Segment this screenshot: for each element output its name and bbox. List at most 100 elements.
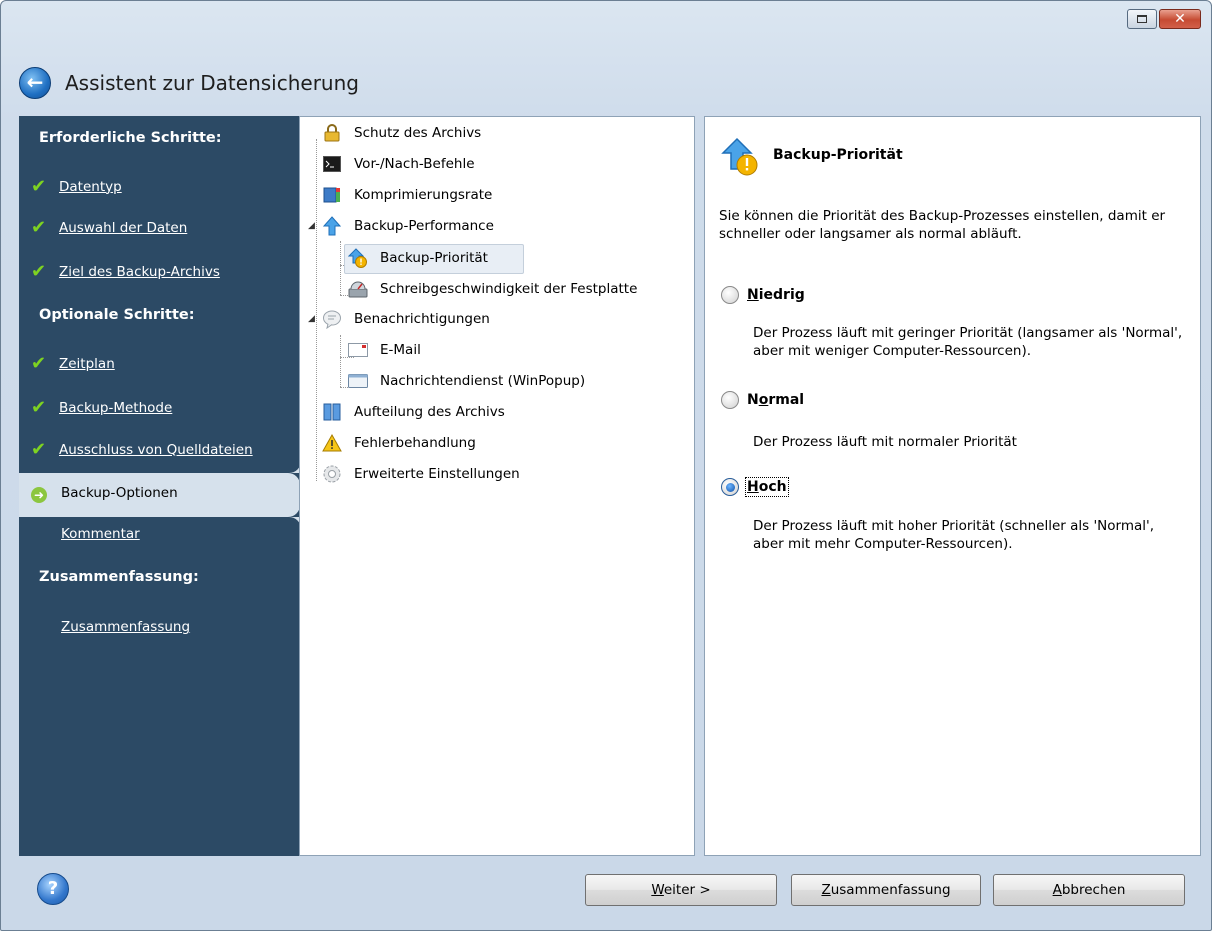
sidebar-item-label: Zusammenfassung <box>61 619 191 635</box>
sidebar-item-label: Kommentar <box>61 526 140 542</box>
tree-item-benachrichtigungen[interactable]: Benachrichtigungen <box>322 309 490 329</box>
expand-arrow-icon[interactable]: ◢ <box>308 314 315 324</box>
summary-button[interactable]: Zusammenfassung <box>791 874 981 906</box>
cancel-button-label: Abbrechen <box>1052 882 1126 898</box>
speech-bubble-icon <box>322 309 342 329</box>
radio-button[interactable] <box>721 391 739 409</box>
tree-connector <box>340 241 341 295</box>
up-arrow-icon <box>322 216 342 236</box>
window-controls: ✕ <box>1127 9 1201 29</box>
tree-item-backup-prioritaet[interactable]: Backup-Priorität <box>348 248 488 268</box>
radio-hoch[interactable]: Hoch <box>721 477 789 497</box>
sidebar-item-label: Backup-Optionen <box>61 485 178 501</box>
sidebar-item-zusammenfassung[interactable]: Zusammenfassung <box>61 619 190 635</box>
tree-item-label: Backup-Priorität <box>380 250 488 266</box>
tree-item-erweiterte-einstellungen[interactable]: Erweiterte Einstellungen <box>322 464 520 484</box>
gear-icon <box>322 464 342 484</box>
tree-item-label: Komprimierungsrate <box>354 187 493 203</box>
tree-item-e-mail[interactable]: E-Mail <box>348 340 421 360</box>
sidebar-item-label: Zeitplan <box>59 355 115 372</box>
next-button[interactable]: Weiter > <box>585 874 777 906</box>
cancel-button[interactable]: Abbrechen <box>993 874 1185 906</box>
radio-description-niedrig: Der Prozess läuft mit geringer Priorität… <box>753 325 1183 359</box>
tree-item-schreibgeschwindigkeit[interactable]: Schreibgeschwindigkeit der Festplatte <box>348 279 637 299</box>
next-button-label: Weiter > <box>651 882 711 898</box>
window-title: Assistent zur Datensicherung <box>65 71 359 95</box>
tree-item-label: Benachrichtigungen <box>354 311 490 327</box>
required-steps-heading: Erforderliche Schritte: <box>39 130 222 146</box>
split-archive-icon <box>322 402 342 422</box>
tree-item-nachrichtendienst[interactable]: Nachrichtendienst (WinPopup) <box>348 371 585 391</box>
panel-title: Backup-Priorität <box>773 147 903 163</box>
radio-description-normal: Der Prozess läuft mit normaler Priorität <box>753 434 1017 450</box>
steps-sidebar: Erforderliche Schritte: ✔ Datentyp ✔ Aus… <box>19 116 301 856</box>
radio-label-normal: Normal <box>747 392 805 408</box>
title-bar: ← Assistent zur Datensicherung <box>19 67 359 99</box>
back-button[interactable]: ← <box>19 67 51 99</box>
tree-connector <box>316 139 317 481</box>
mnemonic: o <box>758 392 769 408</box>
tree-item-label: Schreibgeschwindigkeit der Festplatte <box>380 281 638 297</box>
tree-item-label: Nachrichtendienst (WinPopup) <box>380 373 586 389</box>
sidebar-item-zeitplan[interactable]: ✔ Zeitplan <box>31 353 115 374</box>
restore-icon <box>1137 15 1147 23</box>
tree-item-label: Fehlerbehandlung <box>354 435 476 451</box>
wizard-window: ✕ ← Assistent zur Datensicherung Erforde… <box>0 0 1212 931</box>
mnemonic: Z <box>821 882 831 898</box>
panel-description: Sie können die Priorität des Backup-Proz… <box>719 208 1166 242</box>
tree-item-label: E-Mail <box>380 342 421 358</box>
radio-normal[interactable]: Normal <box>721 391 804 409</box>
tree-item-schutz-des-archivs[interactable]: Schutz des Archivs <box>322 123 481 143</box>
help-icon[interactable]: ? <box>37 873 69 905</box>
footer-bar: ? Weiter > Zusammenfassung Abbrechen <box>19 857 1195 923</box>
tree-item-label: Vor-/Nach-Befehle <box>354 156 475 172</box>
tree-item-label: Backup-Performance <box>354 218 494 234</box>
radio-niedrig[interactable]: Niedrig <box>721 286 805 304</box>
sidebar-item-auswahl-der-daten[interactable]: ✔ Auswahl der Daten <box>31 217 187 238</box>
radio-label-hoch: Hoch <box>745 477 789 497</box>
mnemonic: H <box>747 479 759 495</box>
sidebar-item-backup-methode[interactable]: ✔ Backup-Methode <box>31 397 172 418</box>
close-button[interactable]: ✕ <box>1159 9 1201 29</box>
console-icon <box>322 154 342 174</box>
tree-item-backup-performance[interactable]: Backup-Performance <box>322 216 494 236</box>
radio-button[interactable] <box>721 286 739 304</box>
summary-heading: Zusammenfassung: <box>39 569 199 585</box>
compression-icon <box>322 185 342 205</box>
priority-icon <box>348 248 368 268</box>
checkmark-icon: ✔ <box>31 353 47 374</box>
sidebar-item-datentyp[interactable]: ✔ Datentyp <box>31 176 122 197</box>
mnemonic: W <box>651 882 664 898</box>
radio-label-niedrig: Niedrig <box>747 287 805 303</box>
tree-item-label: Erweiterte Einstellungen <box>354 466 520 482</box>
expand-arrow-icon[interactable]: ◢ <box>308 221 315 231</box>
sidebar-item-label: Ausschluss von Quelldateien <box>59 441 253 458</box>
sidebar-item-ziel-des-backup-archivs[interactable]: ✔ Ziel des Backup-Archivs <box>31 261 220 282</box>
summary-button-label: Zusammenfassung <box>821 882 951 898</box>
sidebar-item-label: Backup-Methode <box>59 399 173 416</box>
tree-item-label: Aufteilung des Archivs <box>354 404 505 420</box>
tree-item-aufteilung-des-archivs[interactable]: Aufteilung des Archivs <box>322 402 505 422</box>
sidebar-item-label: Ziel des Backup-Archivs <box>59 263 220 280</box>
mnemonic: N <box>747 287 759 303</box>
harddisk-speed-icon <box>348 279 368 299</box>
sidebar-item-ausschluss-von-quelldateien[interactable]: ✔ Ausschluss von Quelldateien <box>31 439 253 460</box>
sidebar-item-label: Auswahl der Daten <box>59 219 188 236</box>
option-detail-panel: Backup-Priorität Sie können die Prioritä… <box>704 116 1201 856</box>
tree-item-komprimierungsrate[interactable]: Komprimierungsrate <box>322 185 492 205</box>
restore-button[interactable] <box>1127 9 1157 29</box>
tree-item-vor-nach-befehle[interactable]: Vor-/Nach-Befehle <box>322 154 475 174</box>
close-icon: ✕ <box>1174 11 1186 27</box>
sidebar-item-label: Datentyp <box>59 178 122 195</box>
sidebar-item-backup-optionen[interactable]: ➜ Backup-Optionen <box>19 473 300 517</box>
current-step-arrow-icon: ➜ <box>31 487 47 503</box>
radio-button[interactable] <box>721 478 739 496</box>
checkmark-icon: ✔ <box>31 217 47 238</box>
sidebar-item-kommentar[interactable]: Kommentar <box>61 526 140 542</box>
back-arrow-icon: ← <box>26 70 44 94</box>
checkmark-icon: ✔ <box>31 439 47 460</box>
tree-item-fehlerbehandlung[interactable]: Fehlerbehandlung <box>322 433 476 453</box>
checkmark-icon: ✔ <box>31 397 47 418</box>
tree-item-label: Schutz des Archivs <box>354 125 482 141</box>
radio-description-hoch: Der Prozess läuft mit hoher Priorität (s… <box>753 518 1155 552</box>
